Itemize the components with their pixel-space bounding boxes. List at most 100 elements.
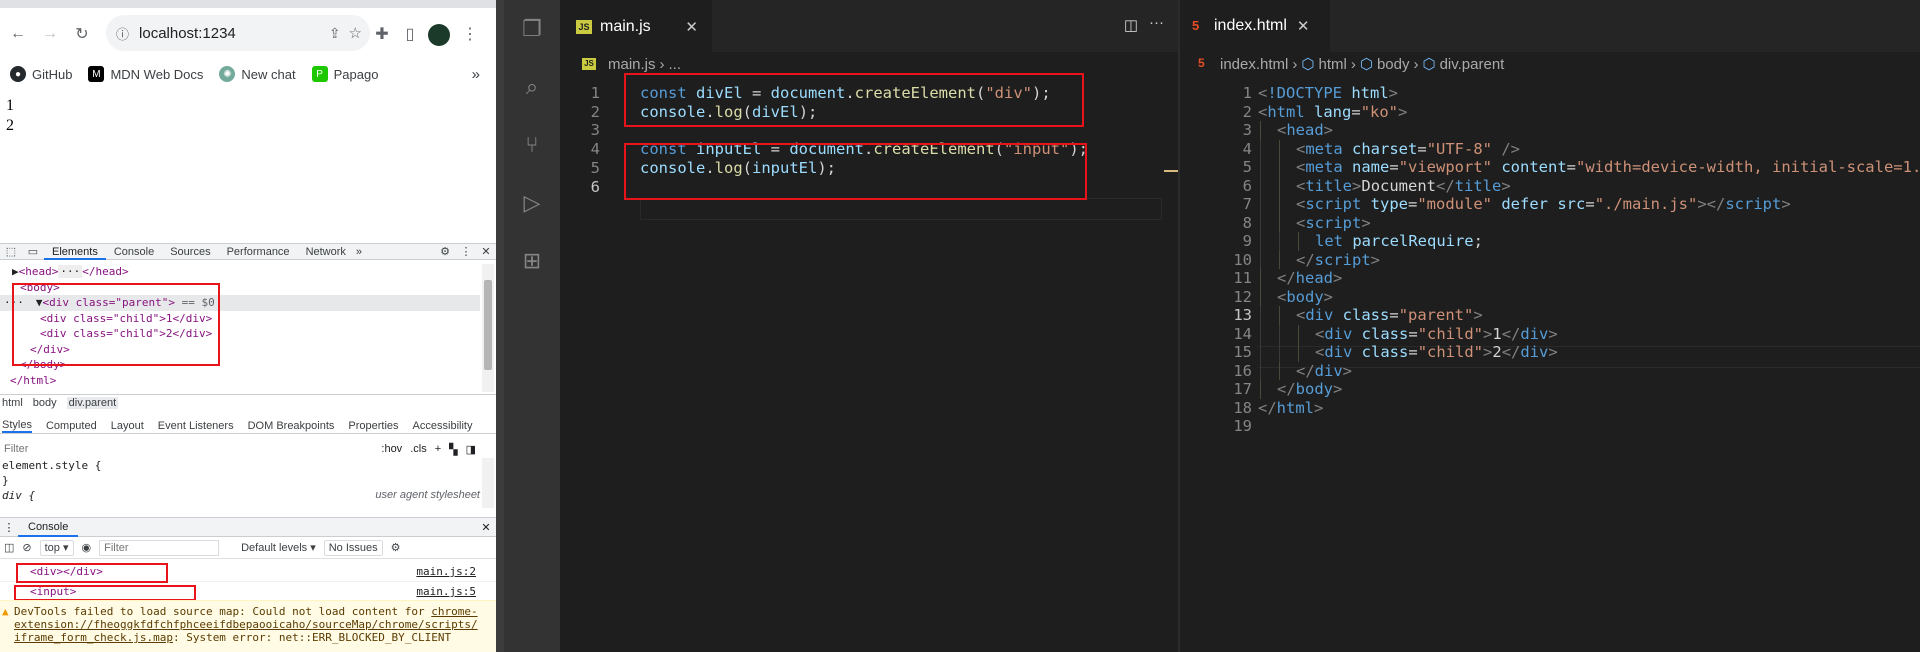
tab-layout[interactable]: Layout xyxy=(111,420,144,432)
code-line[interactable]: <div class="child">1</div> xyxy=(1315,325,1558,343)
code-line[interactable]: <div class="parent"> xyxy=(1296,306,1483,324)
more-actions-icon[interactable]: ··· xyxy=(1149,14,1164,31)
computed-sidebar-icon[interactable]: ◨ xyxy=(466,443,476,456)
crumb-div-parent[interactable]: div.parent xyxy=(1440,56,1505,73)
tab-performance[interactable]: Performance xyxy=(219,244,298,260)
extensions-icon[interactable]: ✚ xyxy=(370,22,394,46)
tab-strip[interactable] xyxy=(0,0,496,8)
crumb-div-parent[interactable]: div.parent xyxy=(66,396,119,409)
tab-dom-breakpoints[interactable]: DOM Breakpoints xyxy=(248,420,335,432)
tab-properties[interactable]: Properties xyxy=(348,420,398,432)
bookmarks-more-button[interactable]: » xyxy=(472,66,480,83)
browser-menu-icon[interactable]: ⋮ xyxy=(458,22,482,46)
console-filter-input[interactable] xyxy=(99,539,220,556)
bookmark-github[interactable]: ● GitHub xyxy=(10,66,72,82)
console-settings-icon[interactable]: ⚙ xyxy=(391,541,401,554)
code-line[interactable]: <title>Document</title> xyxy=(1296,177,1511,195)
context-selector[interactable]: top ▾ xyxy=(39,539,74,556)
crumb-body[interactable]: body xyxy=(33,397,57,409)
code-line[interactable]: let parcelRequire; xyxy=(1315,232,1483,250)
dom-node-head[interactable]: ▶<head> ··· </head> xyxy=(0,264,480,280)
div-rule[interactable]: div { xyxy=(2,488,35,503)
code-line[interactable]: </div> xyxy=(1296,362,1352,380)
console-sidebar-icon[interactable]: ◫ xyxy=(4,541,14,554)
code-line[interactable]: </body> xyxy=(1277,380,1342,398)
window-divider[interactable] xyxy=(496,0,504,652)
drawer-tab-console[interactable]: Console xyxy=(18,518,79,537)
styles-scrollbar[interactable] xyxy=(482,458,494,508)
paint-icon[interactable]: ▚ xyxy=(449,443,457,456)
crumb-body[interactable]: body xyxy=(1377,56,1410,73)
tab-event-listeners[interactable]: Event Listeners xyxy=(158,420,234,432)
share-icon[interactable]: ⇪ xyxy=(329,25,341,42)
back-icon[interactable]: ← xyxy=(6,22,30,46)
cls-toggle[interactable]: .cls xyxy=(410,443,427,456)
tab-index-html[interactable]: 5 index.html ✕ xyxy=(1178,0,1330,52)
tab-accessibility[interactable]: Accessibility xyxy=(413,420,473,432)
crumb-file[interactable]: main.js xyxy=(608,56,656,73)
ellipsis-badge[interactable]: ··· xyxy=(58,265,83,278)
devtools-menu-icon[interactable]: ⋮ xyxy=(456,245,476,258)
code-line[interactable]: <head> xyxy=(1277,121,1333,139)
bookmark-mdn[interactable]: M MDN Web Docs xyxy=(88,66,203,82)
hov-toggle[interactable]: :hov xyxy=(381,443,402,456)
tab-computed[interactable]: Computed xyxy=(46,420,97,432)
search-icon[interactable]: ⌕ xyxy=(517,72,547,102)
tab-sources[interactable]: Sources xyxy=(162,244,218,260)
settings-gear-icon[interactable]: ⚙ xyxy=(434,245,456,258)
element-style-rule[interactable]: element.style { xyxy=(2,458,480,473)
crumb-symbol[interactable]: ... xyxy=(669,56,682,73)
issues-button[interactable]: No Issues xyxy=(323,539,383,556)
code-line[interactable]: <body> xyxy=(1277,288,1333,306)
forward-icon[interactable]: → xyxy=(38,22,62,46)
profile-avatar[interactable] xyxy=(428,24,450,46)
close-drawer-icon[interactable]: ✕ xyxy=(476,521,496,534)
new-rule-button[interactable]: + xyxy=(435,443,441,456)
bookmark-new-chat[interactable]: ✺ New chat xyxy=(219,66,296,82)
tab-main-js[interactable]: JS main.js ✕ xyxy=(560,0,712,52)
close-tab-icon[interactable]: ✕ xyxy=(1297,17,1310,35)
close-tab-icon[interactable]: ✕ xyxy=(685,18,698,36)
code-line[interactable]: <script type="module" defer src="./main.… xyxy=(1296,195,1791,213)
split-editor-icon[interactable]: ◫ xyxy=(1124,16,1138,34)
reload-icon[interactable]: ↻ xyxy=(70,22,94,46)
site-info-icon[interactable]: ⓘ xyxy=(116,24,129,43)
extensions-icon[interactable]: ⊞ xyxy=(517,246,547,276)
crumb-html[interactable]: html xyxy=(1318,56,1346,73)
tab-styles[interactable]: Styles xyxy=(2,419,32,433)
styles-filter-input[interactable] xyxy=(4,443,204,455)
code-line[interactable]: <!DOCTYPE html> xyxy=(1258,84,1398,102)
log-source-link[interactable]: main.js:5 xyxy=(416,585,476,598)
code-line[interactable]: </head> xyxy=(1277,269,1342,287)
dom-node-html-close[interactable]: </html> xyxy=(0,373,480,389)
bookmark-papago[interactable]: P Papago xyxy=(311,66,378,82)
code-line[interactable]: <meta charset="UTF-8" /> xyxy=(1296,140,1520,158)
inspect-icon[interactable]: ⬚ xyxy=(0,245,22,258)
code-editor-right[interactable]: 1 <!DOCTYPE html> 2 <html lang="ko"> 3 <head>… xyxy=(1180,76,1920,652)
explorer-icon[interactable]: ❐ xyxy=(517,14,547,44)
crumb-file[interactable]: index.html xyxy=(1220,56,1288,73)
crumb-html[interactable]: html xyxy=(2,397,23,409)
code-line[interactable]: </html> xyxy=(1258,399,1323,417)
source-control-icon[interactable]: ⑂ xyxy=(517,130,547,160)
code-line[interactable]: <div class="child">2</div> xyxy=(1315,343,1558,361)
tab-elements[interactable]: Elements xyxy=(44,244,106,260)
address-bar[interactable]: ⓘ localhost:1234 ⇪ ☆ xyxy=(106,15,370,51)
log-levels-dropdown[interactable]: Default levels ▾ xyxy=(241,541,316,554)
elements-scrollbar-thumb[interactable] xyxy=(484,280,492,370)
code-line[interactable]: </script> xyxy=(1296,251,1380,269)
close-devtools-icon[interactable]: ✕ xyxy=(476,245,496,258)
run-debug-icon[interactable]: ▷ xyxy=(517,188,547,218)
tabs-more-button[interactable]: » xyxy=(354,244,364,260)
bookmark-star-icon[interactable]: ☆ xyxy=(349,24,362,42)
tab-network[interactable]: Network xyxy=(298,244,354,260)
clear-console-icon[interactable]: ⊘ xyxy=(22,541,31,554)
expand-arrow-icon[interactable]: ▶ xyxy=(12,265,19,278)
drawer-menu-icon[interactable]: ⋮ xyxy=(0,521,18,534)
tab-console[interactable]: Console xyxy=(106,244,162,260)
code-line[interactable]: <html lang="ko"> xyxy=(1258,103,1407,121)
code-line[interactable]: <meta name="viewport" content="width=dev… xyxy=(1296,158,1920,176)
code-line[interactable]: <script> xyxy=(1296,214,1371,232)
log-source-link[interactable]: main.js:2 xyxy=(416,565,476,578)
live-expression-eye-icon[interactable]: ◉ xyxy=(82,541,92,554)
